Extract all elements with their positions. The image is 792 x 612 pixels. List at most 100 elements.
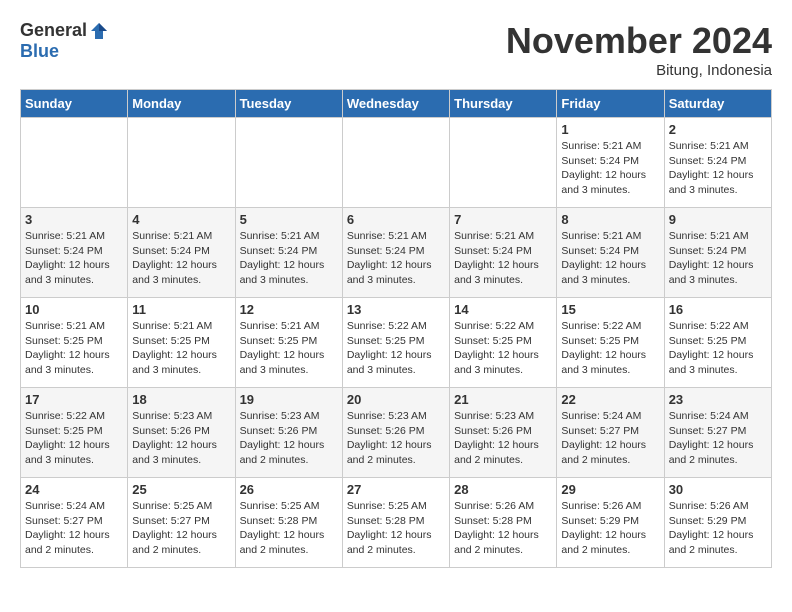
day-number: 5 bbox=[240, 212, 338, 227]
calendar-cell: 13Sunrise: 5:22 AMSunset: 5:25 PMDayligh… bbox=[342, 298, 449, 388]
calendar-cell bbox=[450, 118, 557, 208]
calendar-cell bbox=[235, 118, 342, 208]
logo-general-text: General bbox=[20, 20, 87, 41]
calendar-cell: 4Sunrise: 5:21 AMSunset: 5:24 PMDaylight… bbox=[128, 208, 235, 298]
title-area: November 2024 Bitung, Indonesia bbox=[506, 20, 772, 79]
calendar-cell: 25 Sunrise: 5:25 AMSunset: 5:27 PMDayligh… bbox=[128, 478, 235, 568]
header-cell-tuesday: Tuesday bbox=[235, 90, 342, 118]
calendar-cell: 29 Sunrise: 5:26 AMSunset: 5:29 PMDayligh… bbox=[557, 478, 664, 568]
calendar-week-2: 3 Sunrise: 5:21 AMSunset: 5:24 PMDaylight… bbox=[21, 208, 772, 298]
day-number: 23 bbox=[669, 392, 767, 407]
calendar-week-1: 1 Sunrise: 5:21 AMSunset: 5:24 PMDaylight… bbox=[21, 118, 772, 208]
calendar-cell: 12 Sunrise: 5:21 AMSunset: 5:25 PMDayligh… bbox=[235, 298, 342, 388]
day-info: Sunrise: 5:23 AMSunset: 5:26 PMDaylight:… bbox=[347, 409, 445, 468]
day-number: 8 bbox=[561, 212, 659, 227]
day-info: Sunrise: 5:22 AMSunset: 5:25 PMDaylight:… bbox=[454, 319, 552, 378]
location: Bitung, Indonesia bbox=[506, 62, 772, 79]
day-number: 1 bbox=[561, 122, 659, 137]
calendar-cell: 7 Sunrise: 5:21 AMSunset: 5:24 PMDaylight… bbox=[450, 208, 557, 298]
calendar-cell bbox=[128, 118, 235, 208]
day-info: Sunrise: 5:25 AMSunset: 5:28 PMDaylight:… bbox=[240, 499, 338, 558]
logo: General Blue bbox=[20, 20, 109, 62]
day-info: Sunrise: 5:21 AMSunset: 5:24 PMDaylight:… bbox=[240, 229, 338, 288]
calendar-cell: 1Sunrise: 5:21 AMSunset: 5:24 PMDaylight… bbox=[557, 118, 664, 208]
header-cell-monday: Monday bbox=[128, 90, 235, 118]
calendar-table: SundayMondayTuesdayWednesdayThursdayFrid… bbox=[20, 89, 772, 568]
calendar-cell: 27 Sunrise: 5:25 AMSunset: 5:28 PMDayligh… bbox=[342, 478, 449, 568]
day-info: Sunrise: 5:25 AMSunset: 5:27 PMDaylight:… bbox=[132, 499, 230, 558]
day-info: Sunrise: 5:21 AMSunset: 5:24 PMDaylight:… bbox=[561, 229, 659, 288]
month-title: November 2024 bbox=[506, 20, 772, 62]
calendar-cell: 3 Sunrise: 5:21 AMSunset: 5:24 PMDaylight… bbox=[21, 208, 128, 298]
logo-blue-text: Blue bbox=[20, 41, 59, 62]
day-info: Sunrise: 5:25 AMSunset: 5:28 PMDaylight:… bbox=[347, 499, 445, 558]
day-info: Sunrise: 5:26 AMSunset: 5:29 PMDaylight:… bbox=[669, 499, 767, 558]
day-number: 26 bbox=[240, 482, 338, 497]
day-info: Sunrise: 5:23 AMSunset: 5:26 PMDaylight:… bbox=[240, 409, 338, 468]
day-info: Sunrise: 5:21 AMSunset: 5:25 PMDaylight:… bbox=[240, 319, 338, 378]
calendar-week-5: 24 Sunrise: 5:24 AMSunset: 5:27 PMDayligh… bbox=[21, 478, 772, 568]
day-number: 13 bbox=[347, 302, 445, 317]
day-number: 16 bbox=[669, 302, 767, 317]
day-number: 3 bbox=[25, 212, 123, 227]
day-info: Sunrise: 5:21 AMSunset: 5:24 PMDaylight:… bbox=[347, 229, 445, 288]
header-cell-wednesday: Wednesday bbox=[342, 90, 449, 118]
calendar-cell: 8 Sunrise: 5:21 AMSunset: 5:24 PMDaylight… bbox=[557, 208, 664, 298]
calendar-cell: 17 Sunrise: 5:22 AMSunset: 5:25 PMDayligh… bbox=[21, 388, 128, 478]
day-info: Sunrise: 5:24 AMSunset: 5:27 PMDaylight:… bbox=[25, 499, 123, 558]
page-header: General Blue November 2024 Bitung, Indon… bbox=[20, 20, 772, 79]
calendar-cell: 15 Sunrise: 5:22 AMSunset: 5:25 PMDayligh… bbox=[557, 298, 664, 388]
calendar-cell bbox=[21, 118, 128, 208]
day-number: 22 bbox=[561, 392, 659, 407]
day-number: 11 bbox=[132, 302, 230, 317]
day-info: Sunrise: 5:22 AMSunset: 5:25 PMDaylight:… bbox=[561, 319, 659, 378]
calendar-cell: 26 Sunrise: 5:25 AMSunset: 5:28 PMDayligh… bbox=[235, 478, 342, 568]
calendar-cell bbox=[342, 118, 449, 208]
calendar-cell: 24 Sunrise: 5:24 AMSunset: 5:27 PMDayligh… bbox=[21, 478, 128, 568]
calendar-cell: 10Sunrise: 5:21 AMSunset: 5:25 PMDayligh… bbox=[21, 298, 128, 388]
day-info: Sunrise: 5:23 AMSunset: 5:26 PMDaylight:… bbox=[454, 409, 552, 468]
calendar-cell: 6Sunrise: 5:21 AMSunset: 5:24 PMDaylight… bbox=[342, 208, 449, 298]
day-info: Sunrise: 5:22 AMSunset: 5:25 PMDaylight:… bbox=[25, 409, 123, 468]
header-cell-thursday: Thursday bbox=[450, 90, 557, 118]
header-cell-sunday: Sunday bbox=[21, 90, 128, 118]
calendar-cell: 11 Sunrise: 5:21 AMSunset: 5:25 PMDayligh… bbox=[128, 298, 235, 388]
calendar-week-4: 17 Sunrise: 5:22 AMSunset: 5:25 PMDayligh… bbox=[21, 388, 772, 478]
day-info: Sunrise: 5:26 AMSunset: 5:29 PMDaylight:… bbox=[561, 499, 659, 558]
day-info: Sunrise: 5:23 AMSunset: 5:26 PMDaylight:… bbox=[132, 409, 230, 468]
day-info: Sunrise: 5:21 AMSunset: 5:25 PMDaylight:… bbox=[132, 319, 230, 378]
day-number: 30 bbox=[669, 482, 767, 497]
calendar-cell: 28Sunrise: 5:26 AMSunset: 5:28 PMDayligh… bbox=[450, 478, 557, 568]
calendar-cell: 16 Sunrise: 5:22 AMSunset: 5:25 PMDayligh… bbox=[664, 298, 771, 388]
day-number: 7 bbox=[454, 212, 552, 227]
day-number: 18 bbox=[132, 392, 230, 407]
day-number: 2 bbox=[669, 122, 767, 137]
day-info: Sunrise: 5:21 AMSunset: 5:25 PMDaylight:… bbox=[25, 319, 123, 378]
calendar-cell: 30 Sunrise: 5:26 AMSunset: 5:29 PMDayligh… bbox=[664, 478, 771, 568]
calendar-cell: 2 Sunrise: 5:21 AMSunset: 5:24 PMDaylight… bbox=[664, 118, 771, 208]
day-number: 29 bbox=[561, 482, 659, 497]
day-number: 24 bbox=[25, 482, 123, 497]
calendar-cell: 5 Sunrise: 5:21 AMSunset: 5:24 PMDaylight… bbox=[235, 208, 342, 298]
day-info: Sunrise: 5:21 AMSunset: 5:24 PMDaylight:… bbox=[454, 229, 552, 288]
day-info: Sunrise: 5:21 AMSunset: 5:24 PMDaylight:… bbox=[25, 229, 123, 288]
day-number: 12 bbox=[240, 302, 338, 317]
day-number: 17 bbox=[25, 392, 123, 407]
logo-icon bbox=[89, 21, 109, 41]
day-number: 25 bbox=[132, 482, 230, 497]
day-info: Sunrise: 5:26 AMSunset: 5:28 PMDaylight:… bbox=[454, 499, 552, 558]
calendar-cell: 9Sunrise: 5:21 AMSunset: 5:24 PMDaylight… bbox=[664, 208, 771, 298]
header-row: SundayMondayTuesdayWednesdayThursdayFrid… bbox=[21, 90, 772, 118]
day-number: 4 bbox=[132, 212, 230, 227]
calendar-cell: 18 Sunrise: 5:23 AMSunset: 5:26 PMDayligh… bbox=[128, 388, 235, 478]
day-info: Sunrise: 5:22 AMSunset: 5:25 PMDaylight:… bbox=[669, 319, 767, 378]
day-number: 27 bbox=[347, 482, 445, 497]
day-number: 15 bbox=[561, 302, 659, 317]
calendar-cell: 22Sunrise: 5:24 AMSunset: 5:27 PMDayligh… bbox=[557, 388, 664, 478]
day-number: 14 bbox=[454, 302, 552, 317]
day-info: Sunrise: 5:21 AMSunset: 5:24 PMDaylight:… bbox=[669, 139, 767, 198]
calendar-cell: 20Sunrise: 5:23 AMSunset: 5:26 PMDayligh… bbox=[342, 388, 449, 478]
calendar-header: SundayMondayTuesdayWednesdayThursdayFrid… bbox=[21, 90, 772, 118]
calendar-cell: 19Sunrise: 5:23 AMSunset: 5:26 PMDayligh… bbox=[235, 388, 342, 478]
header-cell-friday: Friday bbox=[557, 90, 664, 118]
